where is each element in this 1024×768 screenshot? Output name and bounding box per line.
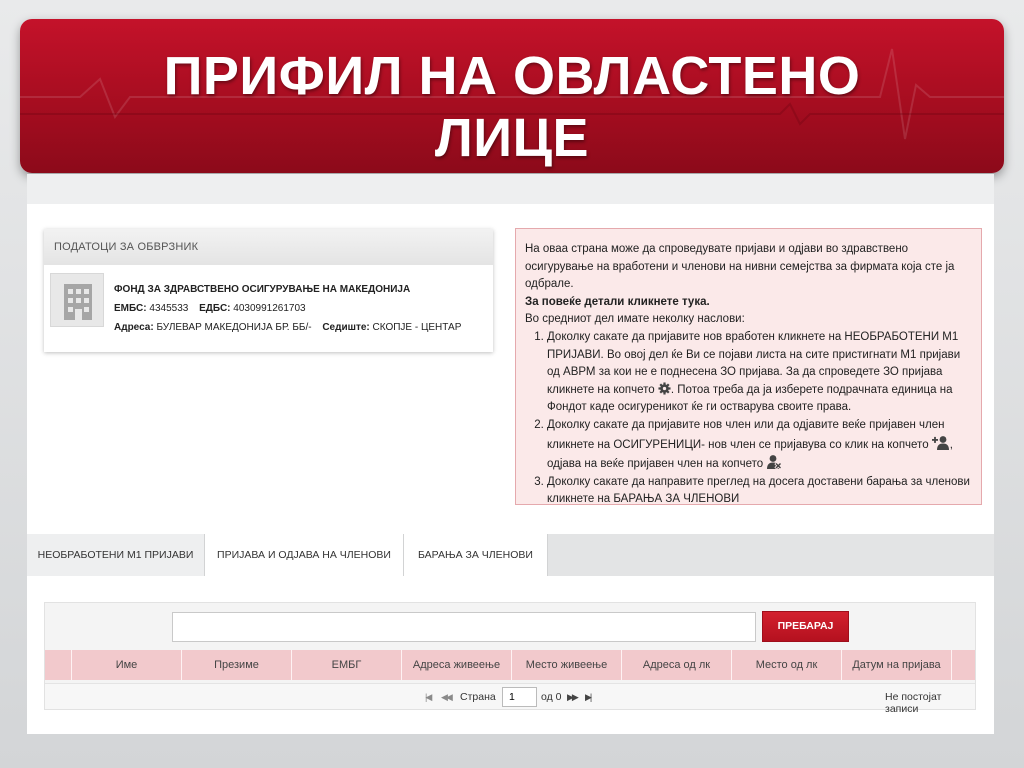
records-grid: ПРЕБАРАЈ Име Презиме ЕМБГ Адреса живеење…	[44, 602, 976, 715]
panel-header: ПОДАТОЦИ ЗА ОБВРЗНИК	[44, 229, 493, 265]
embs-label: ЕМБС:	[114, 303, 147, 314]
gear-icon	[658, 382, 671, 395]
edbs-value: 4030991261703	[233, 303, 306, 314]
pager: |◀ ◀◀ Страна од 0 ▶▶ ▶| Не постојат запи…	[45, 683, 975, 715]
info-item-2: Доколку сакате да пријавите нов член или…	[547, 417, 973, 474]
column-header[interactable]: Датум на пријава	[841, 650, 951, 680]
search-button[interactable]: ПРЕБАРАЈ	[762, 611, 849, 642]
info-list: Доколку сакате да пријавите нов вработен…	[525, 329, 973, 509]
tab-unprocessed-m1[interactable]: НЕОБРАБОТЕНИ М1 ПРИЈАВИ	[27, 534, 205, 576]
info-item-2-text-a: Доколку сакате да пријавите нов член или…	[547, 418, 945, 451]
seat-value: СКОПЈЕ - ЦЕНТАР	[372, 322, 462, 333]
tab-members-registration[interactable]: ПРИЈАВА И ОДЈАВА НА ЧЛЕНОВИ	[205, 534, 404, 576]
slide-title: ПРИФИЛ НА ОВЛАСТЕНО ЛИЦЕ	[20, 45, 1004, 169]
firm-ids-row: ЕМБС: 4345533 ЕДБС: 4030991261703	[114, 299, 461, 318]
firm-name: ФОНД ЗА ЗДРАВСТВЕНО ОСИГУРУВАЊЕ НА МАКЕД…	[114, 284, 411, 295]
info-item-1: Доколку сакате да пријавите нов вработен…	[547, 329, 973, 417]
column-header[interactable]: Адреса од лк	[621, 650, 731, 680]
prev-page-icon[interactable]: ◀◀	[441, 692, 453, 703]
next-page-icon[interactable]: ▶▶	[567, 692, 579, 703]
top-strip	[27, 174, 994, 204]
firm-address-row: Адреса: БУЛЕВАР МАКЕДОНИЈА БР. ББ/- Седи…	[114, 318, 461, 337]
taxpayer-panel: ПОДАТОЦИ ЗА ОБВРЗНИК ФОНД ЗА ЗДРАВСТВЕНО…	[44, 229, 493, 352]
first-page-icon[interactable]: |◀	[425, 692, 432, 703]
info-subtitle: Во средниот дел имате неколку наслови:	[525, 313, 745, 326]
firm-details: ФОНД ЗА ЗДРАВСТВЕНО ОСИГУРУВАЊЕ НА МАКЕД…	[114, 280, 461, 337]
search-input[interactable]	[172, 612, 756, 642]
table-header: Име Презиме ЕМБГ Адреса живеење Место жи…	[45, 650, 975, 680]
app-screenshot: ПОДАТОЦИ ЗА ОБВРЗНИК ФОНД ЗА ЗДРАВСТВЕНО…	[27, 174, 994, 734]
select-column-header	[45, 650, 71, 680]
slide-title-line1: ПРИФИЛ НА ОВЛАСТЕНО	[163, 46, 861, 106]
column-header[interactable]: ЕМБГ	[291, 650, 401, 680]
column-header[interactable]: Место од лк	[731, 650, 841, 680]
embs-value: 4345533	[149, 303, 189, 314]
remove-user-icon	[767, 455, 783, 470]
title-banner: ПРИФИЛ НА ОВЛАСТЕНО ЛИЦЕ	[20, 19, 1004, 173]
column-header[interactable]: Презиме	[181, 650, 291, 680]
column-header[interactable]: Место живеење	[511, 650, 621, 680]
help-info-box: На оваа страна може да спроведувате приј…	[515, 228, 982, 505]
empty-records-text: Не постојат записи	[885, 691, 942, 715]
page-label: Страна	[460, 691, 496, 703]
tab-member-requests[interactable]: БАРАЊА ЗА ЧЛЕНОВИ	[404, 534, 548, 576]
add-user-icon	[931, 435, 949, 450]
last-page-icon[interactable]: ▶|	[585, 692, 592, 703]
panel-body: ФОНД ЗА ЗДРАВСТВЕНО ОСИГУРУВАЊЕ НА МАКЕД…	[44, 265, 493, 352]
edbs-label: ЕДБС:	[199, 303, 231, 314]
building-icon	[50, 273, 104, 327]
details-link[interactable]: За повеќе детали кликнете тука.	[525, 294, 973, 312]
slide-title-line2: ЛИЦЕ	[434, 108, 590, 168]
seat-label: Седиште:	[322, 322, 370, 333]
scroll-column-header	[951, 650, 975, 680]
page-count: од 0	[541, 691, 562, 703]
address-value: БУЛЕВАР МАКЕДОНИЈА БР. ББ/-	[156, 322, 312, 333]
column-header[interactable]: Име	[71, 650, 181, 680]
tab-bar: НЕОБРАБОТЕНИ М1 ПРИЈАВИ ПРИЈАВА И ОДЈАВА…	[27, 534, 994, 576]
column-header[interactable]: Адреса живеење	[401, 650, 511, 680]
address-label: Адреса:	[114, 322, 154, 333]
info-intro: На оваа страна може да спроведувате приј…	[525, 243, 955, 291]
page-number-input[interactable]	[502, 687, 537, 707]
info-item-3: Доколку сакате да направите преглед на д…	[547, 474, 973, 509]
